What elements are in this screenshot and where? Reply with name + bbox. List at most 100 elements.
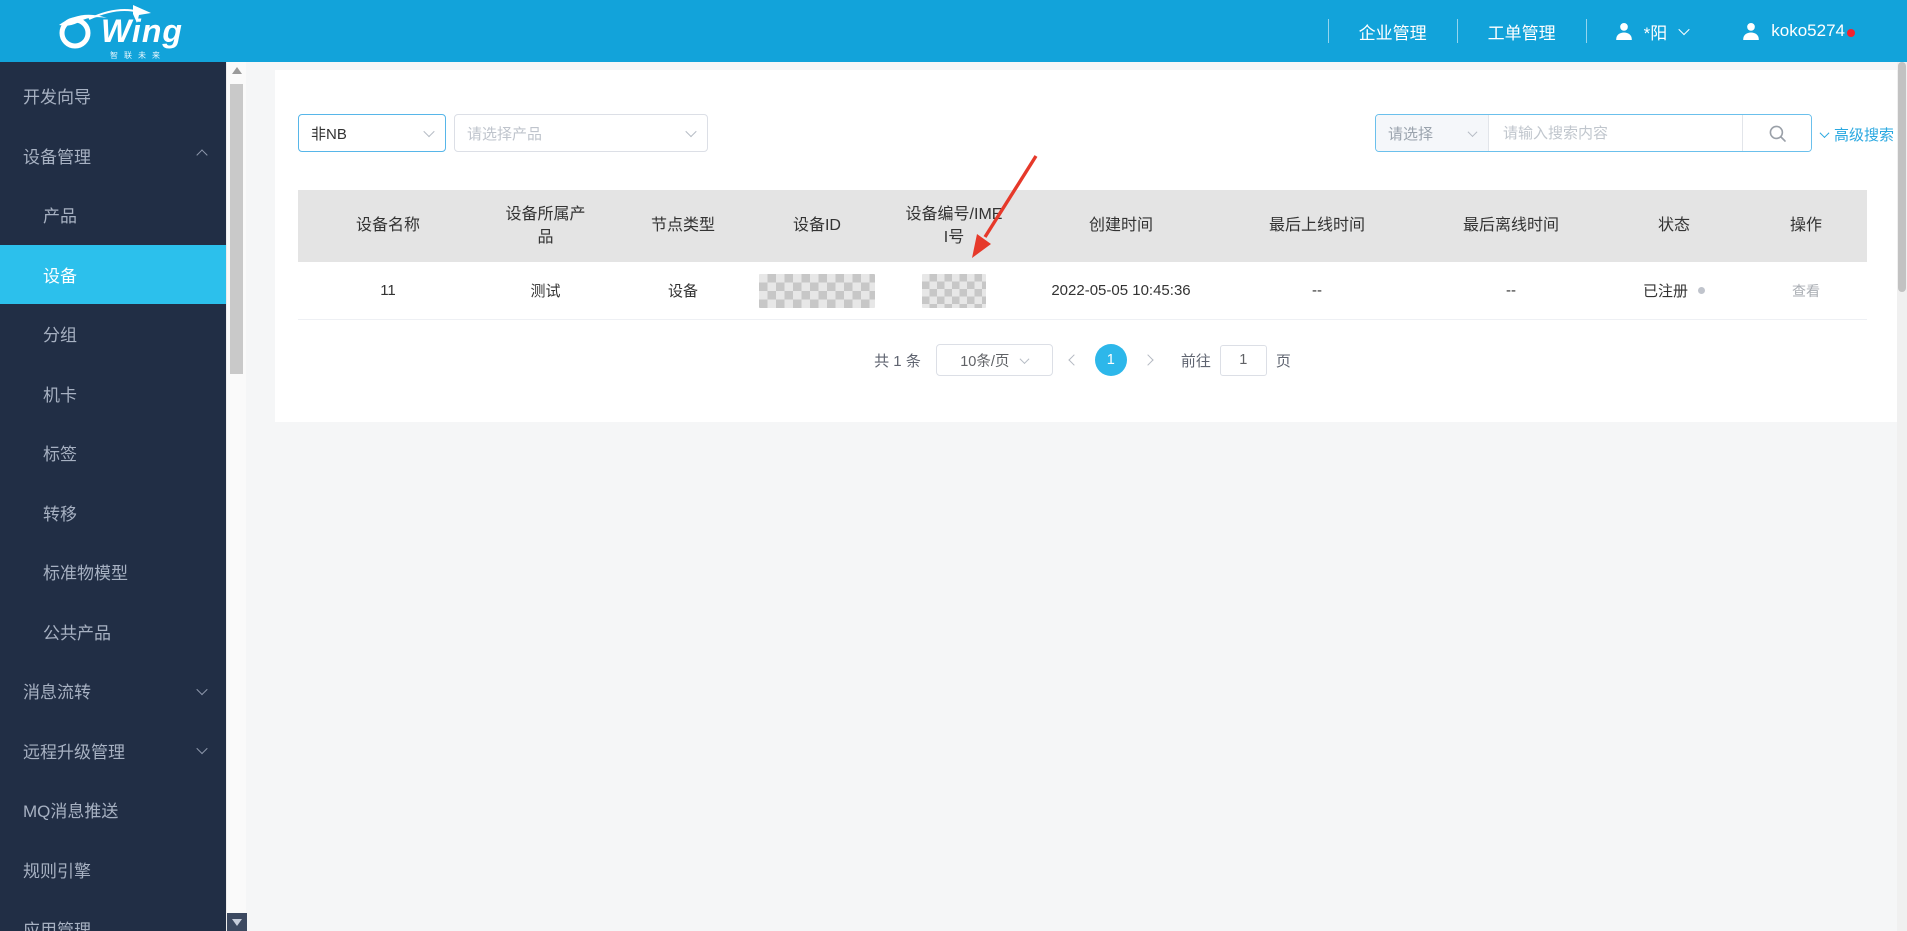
sidebar-item-mq-push[interactable]: MQ消息推送 [0,780,226,840]
app-logo[interactable]: Wing 智联未来 [55,3,225,61]
sidebar-item-group[interactable]: 分组 [0,304,226,364]
device-type-select-value: 非NB [311,125,347,143]
cell-created-time: 2022-05-05 10:45:36 [1027,282,1215,299]
sidebar-item-device[interactable]: 设备 [0,244,226,304]
redacted-mosaic [759,273,875,308]
column-header: 设备所属产品 [478,203,613,249]
search-group: 请选择 [1375,114,1812,152]
sidebar-item-ota-mgmt[interactable]: 远程升级管理 [0,721,226,781]
column-header-label: 节点类型 [650,217,715,235]
sidebar-item-label: 产品 [43,207,77,227]
search-input[interactable] [1489,115,1742,151]
column-header-label: 设备编号/IMEI号 [905,205,1003,246]
logo-text: Wing [101,13,183,49]
sidebar: 开发向导设备管理产品设备分组机卡标签转移标准物模型 公共产品 消息流转远程升级管理 M… [0,62,226,931]
navbar-right: 企业管理 工单管理 *阳 koko5274 [1327,0,1871,62]
scroll-up-arrow-icon[interactable] [232,67,242,74]
chevron-up-icon [196,149,208,161]
page-size-value: 10条/页 [960,353,1010,370]
view-link[interactable]: 查看 [1792,281,1820,301]
masked-username: *阳 [1643,23,1668,43]
column-header-label: 设备ID [792,217,841,235]
product-select-placeholder: 请选择产品 [467,125,543,143]
column-header: 节点类型 [613,214,753,237]
goto-page-group: 前往 页 [1180,344,1291,376]
sidebar-item-standard-model[interactable]: 标准物模型 [0,542,226,602]
advanced-search-label: 高级搜索 [1834,127,1895,144]
column-header-label: 操作 [1789,217,1822,235]
sidebar-scrollbar[interactable] [226,62,247,931]
account-menu[interactable]: koko5274 [1714,20,1871,42]
sidebar-item-app-mgmt[interactable]: 应用管理 [0,899,226,931]
cell-imei [881,273,1027,308]
goto-label: 前往 [1180,352,1211,370]
cell-action: 查看 [1745,281,1867,301]
goto-page-input[interactable] [1219,344,1267,376]
next-page-button[interactable] [1142,354,1154,366]
cell-text: 11 [380,282,396,299]
cell-status: 已注册 [1603,280,1745,301]
prev-page-button[interactable] [1068,354,1080,366]
cell-last-online: -- [1215,282,1419,299]
chevron-down-icon [1467,126,1478,137]
sidebar-item-label: 设备 [43,266,77,286]
page-scrollbar[interactable] [1897,62,1907,931]
table-header-row: 设备名称 设备所属产品 节点类型 设备ID 设备编号/IMEI号 创建时间 最后上线时间 最后… [298,190,1867,262]
chevron-down-icon [423,125,435,138]
chevron-down-icon [196,743,208,755]
device-type-select[interactable]: 非NB [298,114,446,152]
chevron-left-icon [1068,354,1080,366]
table-row: 11 测试 设备 2022-05-05 10:45:36 -- -- 已注册 查看 [298,262,1867,320]
chevron-down-icon [1019,353,1030,364]
column-header: 设备ID [753,214,881,237]
nav-workorder-mgmt[interactable]: 工单管理 [1458,19,1586,44]
cell-node-type: 设备 [613,280,753,301]
pagination: 共 1 条 10条/页 1 前往 页 [298,344,1867,376]
page-scrollbar-thumb[interactable] [1898,62,1906,292]
sidebar-scrollbar-thumb[interactable] [230,84,243,374]
nav-enterprise-mgmt[interactable]: 企业管理 [1329,19,1457,44]
redacted-mosaic [922,273,986,308]
advanced-search-toggle[interactable]: 高级搜索 [1819,124,1895,145]
cell-device-id [753,273,881,308]
user-menu[interactable]: *阳 [1587,19,1715,44]
sidebar-item-transfer[interactable]: 转移 [0,483,226,543]
scroll-down-arrow-icon[interactable] [227,913,247,931]
column-header: 最后离线时间 [1419,214,1603,237]
sidebar-item-tag[interactable]: 标签 [0,423,226,483]
user-icon [1743,23,1760,40]
sidebar-item-dev-wizard[interactable]: 开发向导 [0,66,226,126]
cell-product: 测试 [478,280,613,301]
sidebar-item-rule-engine[interactable]: 规则引擎 [0,840,226,900]
column-header: 状态 [1603,214,1745,237]
chevron-down-icon [1678,23,1690,36]
sidebar-item-label: 开发向导 [23,88,91,108]
device-list-panel: 非NB 请选择产品 请选择 高级搜索 设备名 [275,70,1897,422]
sidebar-item-label: 应用管理 [23,921,91,931]
sidebar-item-device-mgmt[interactable]: 设备管理 [0,126,226,186]
current-page-button[interactable]: 1 [1094,344,1127,376]
status-dot-icon [1698,287,1705,294]
sidebar-item-label: 机卡 [43,385,77,405]
sidebar-item-label: MQ消息推送 [23,802,119,822]
sidebar-item-label: 规则引擎 [23,861,91,881]
account-name: koko5274 [1771,21,1845,40]
search-field-select[interactable]: 请选择 [1376,115,1489,151]
sidebar-item-label: 转移 [43,504,77,524]
sidebar-menu: 开发向导设备管理产品设备分组机卡标签转移标准物模型 公共产品 消息流转远程升级管理 M… [0,62,226,931]
column-header: 创建时间 [1027,214,1215,237]
column-header-label: 最后离线时间 [1462,217,1559,235]
cell-text: -- [1312,282,1322,299]
page-size-select[interactable]: 10条/页 [935,344,1053,376]
sidebar-item-product[interactable]: 产品 [0,185,226,245]
sidebar-item-sim-card[interactable]: 机卡 [0,364,226,424]
product-select[interactable]: 请选择产品 [454,114,708,152]
search-button[interactable] [1742,115,1811,151]
sidebar-item-label: 分组 [43,326,77,346]
sidebar-item-label: 远程升级管理 [23,742,125,762]
cell-text: -- [1506,282,1516,299]
sidebar-item-public-product[interactable]: 公共产品 [0,602,226,662]
sidebar-item-label: 设备管理 [23,147,91,167]
sidebar-item-message-flow[interactable]: 消息流转 [0,661,226,721]
page: Wing 智联未来 企业管理 工单管理 *阳 koko5274 开发向导 设备管… [0,0,1907,931]
